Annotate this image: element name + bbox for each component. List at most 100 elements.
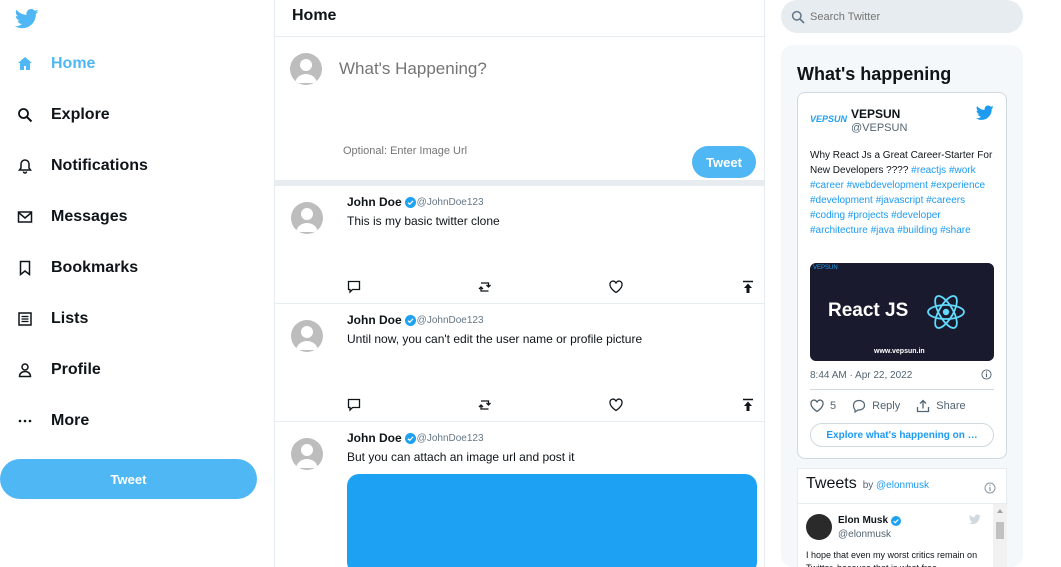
sidebar-tweet-button[interactable]: Tweet [0,459,257,499]
share-icon[interactable] [741,398,755,412]
timeline-by-prefix: by [862,480,874,491]
avatar [291,438,323,470]
retweet-icon[interactable] [478,280,492,294]
post-text: Until now, you can't edit the user name … [347,332,643,346]
sidebar-item-bookmarks[interactable]: Bookmarks [0,242,274,293]
scrollbar-thumb[interactable] [996,522,1004,539]
like-icon[interactable] [609,280,623,294]
embed-reply-button[interactable]: Reply [852,399,900,413]
react-logo-icon [927,295,965,329]
timeline-tweet-text: I hope that even my worst critics remain… [806,550,978,567]
post-author-name: John Doe [347,313,402,327]
timeline-title: Tweets [806,475,857,492]
widgets-panel: What's happening VEPSUN VEPSUN @VEPSUN W… [781,45,1023,567]
tweet-text-input[interactable] [339,59,739,79]
post-author-name: John Doe [347,195,402,209]
twitter-bird-icon[interactable] [969,514,981,525]
avatar-placeholder-icon [296,326,318,350]
search-input[interactable] [810,10,1000,23]
avatar [291,202,323,234]
embed-text: Why React Js a Great Career-Starter For … [810,148,998,238]
reply-icon[interactable] [347,398,361,412]
sidebar-item-label: Messages [51,207,128,225]
verified-badge-icon [404,314,416,326]
share-label: Share [936,400,966,412]
share-icon[interactable] [741,280,755,294]
sidebar-item-more[interactable]: More [0,395,274,446]
explore-button[interactable]: Explore what's happening on … [810,423,994,447]
embed-like-button[interactable]: 5 [810,399,836,413]
sidebar-item-notifications[interactable]: Notifications [0,140,274,191]
upload-icon [917,399,930,413]
info-icon[interactable] [984,482,996,494]
home-icon [16,55,34,73]
like-icon [810,399,824,413]
avatar [290,53,322,85]
twitter-bird-icon[interactable] [976,105,994,121]
sidebar-item-home[interactable]: Home [0,38,274,89]
sidebar-item-explore[interactable]: Explore [0,89,274,140]
bell-icon [16,157,34,175]
right-column: What's happening VEPSUN VEPSUN @VEPSUN W… [781,0,1023,567]
more-icon [16,412,34,430]
embed-author-handle[interactable]: @VEPSUN [851,122,907,134]
avatar-placeholder-icon [295,59,317,83]
divider [798,503,1008,504]
embed-media-card[interactable]: VEPSUN React JS www.vepsun.in [810,263,994,361]
tweet-button[interactable]: Tweet [692,146,756,178]
verified-badge-icon [404,196,416,208]
vepsun-logo: VEPSUN [810,114,848,124]
embed-actions: 5 Reply Share [810,399,982,413]
verified-badge-icon [404,432,416,444]
card-title: React JS [828,300,909,321]
mail-icon [16,208,34,226]
widgets-title: What's happening [797,64,952,84]
retweet-icon[interactable] [478,398,492,412]
timeline-header: Tweets by @elonmusk [806,475,929,493]
sidebar-item-label: Bookmarks [51,258,139,276]
sidebar-item-messages[interactable]: Messages [0,191,274,242]
image-url-input[interactable] [343,145,643,157]
post-author-handle: @JohnDoe123 [416,432,484,444]
embedded-tweet[interactable]: VEPSUN VEPSUN @VEPSUN Why React Js a Gre… [797,92,1007,459]
embed-timestamp[interactable]: 8:44 AM · Apr 22, 2022 [810,370,912,381]
sidebar-item-label: Lists [51,309,89,327]
card-url: www.vepsun.in [874,348,925,355]
scrollbar[interactable] [993,504,1007,567]
sidebar-item-profile[interactable]: Profile [0,344,274,395]
sidebar: Home Explore Notifications Messages Book… [0,0,274,567]
like-icon[interactable] [609,398,623,412]
feed: Home Tweet John Doe @JohnDoe123 This is … [274,0,765,567]
post: John Doe @JohnDoe123 Until now, you can'… [275,304,764,422]
sidebar-nav: Home Explore Notifications Messages Book… [0,38,274,446]
timeline-author-handle[interactable]: @elonmusk [838,529,891,540]
tweet-composer: Tweet [275,37,764,186]
like-count: 5 [830,400,837,412]
post-header: John Doe @JohnDoe123 [347,313,484,327]
post-author-handle: @JohnDoe123 [416,196,484,208]
sidebar-item-lists[interactable]: Lists [0,293,274,344]
reply-icon[interactable] [347,280,361,294]
verified-badge-icon [891,515,902,526]
search-bar[interactable] [781,0,1023,33]
embed-share-button[interactable]: Share [916,399,966,413]
search-icon [791,10,805,24]
scroll-up-icon[interactable] [997,509,1003,513]
sidebar-item-label: Profile [51,360,101,378]
embed-author-name[interactable]: VEPSUN [851,107,900,121]
avatar[interactable] [806,514,832,540]
post-text: But you can attach an image url and post… [347,450,575,464]
feed-header: Home [275,0,764,37]
timeline-author[interactable]: Elon Musk [838,515,902,526]
twitter-logo-icon[interactable] [15,8,39,30]
info-icon[interactable] [981,369,992,380]
search-icon [16,106,34,124]
post: John Doe @JohnDoe123 This is my basic tw… [275,186,764,304]
divider [810,389,994,390]
post-header: John Doe @JohnDoe123 [347,431,484,445]
avatar-placeholder-icon [296,208,318,232]
post-image [347,474,757,567]
reply-icon [853,399,866,413]
timeline-by-link[interactable]: @elonmusk [876,480,929,491]
reply-label: Reply [872,400,901,412]
